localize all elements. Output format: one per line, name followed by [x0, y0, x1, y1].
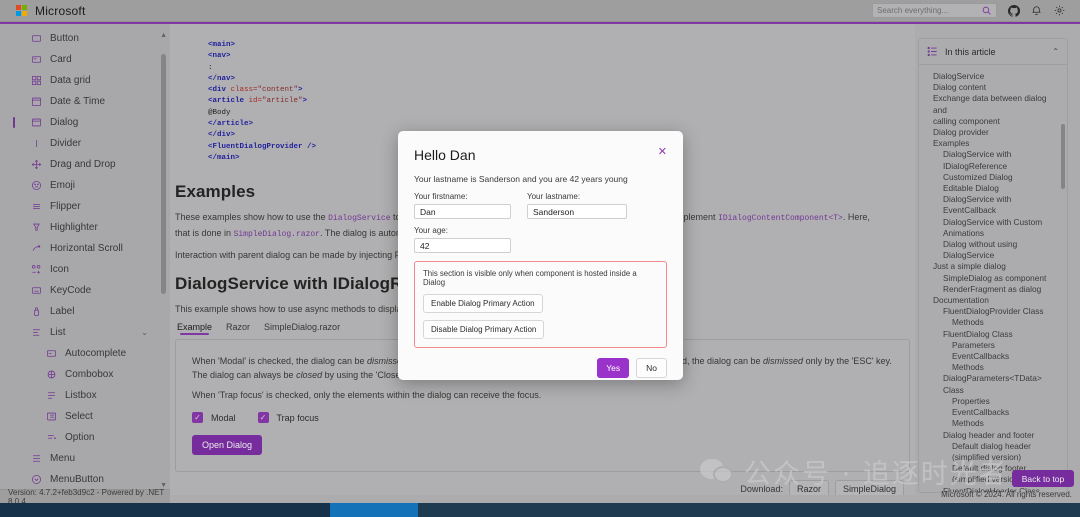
no-button[interactable]: No — [636, 358, 667, 378]
dialog-header: Hello Dan ✕ — [398, 131, 683, 164]
taskbar-segment-right — [418, 503, 1080, 517]
dialog-only-text: This section is visible only when compon… — [423, 269, 637, 287]
firstname-input[interactable] — [414, 204, 511, 219]
dialog-title: Hello Dan — [414, 147, 476, 163]
firstname-group: Your firstname: — [414, 192, 511, 219]
taskbar — [0, 503, 1080, 517]
age-label: Your age: — [414, 226, 448, 235]
taskbar-segment-left — [0, 503, 330, 517]
dialog-only-section: This section is visible only when compon… — [414, 261, 667, 348]
lastname-label: Your lastname: — [527, 192, 581, 201]
dialog-footer: Yes No — [398, 348, 683, 378]
taskbar-segment-active — [330, 503, 418, 517]
lastname-group: Your lastname: — [527, 192, 627, 219]
close-icon[interactable]: ✕ — [658, 147, 667, 158]
name-fields-row: Your firstname: Your lastname: — [414, 192, 667, 219]
dialog-description: Your lastname is Sanderson and you are 4… — [414, 174, 628, 184]
enable-primary-action-button[interactable]: Enable Dialog Primary Action — [423, 294, 543, 313]
firstname-label: Your firstname: — [414, 192, 468, 201]
disable-primary-action-button[interactable]: Disable Dialog Primary Action — [423, 320, 545, 339]
dialog-body: Your lastname is Sanderson and you are 4… — [398, 174, 683, 253]
yes-button[interactable]: Yes — [597, 358, 630, 378]
age-group: Your age: — [414, 226, 667, 253]
lastname-input[interactable] — [527, 204, 627, 219]
age-input[interactable] — [414, 238, 511, 253]
dialog-window: Hello Dan ✕ Your lastname is Sanderson a… — [398, 131, 683, 380]
app-root: Microsoft ▲ ButtonCardData gridDate & Ti… — [0, 0, 1080, 517]
